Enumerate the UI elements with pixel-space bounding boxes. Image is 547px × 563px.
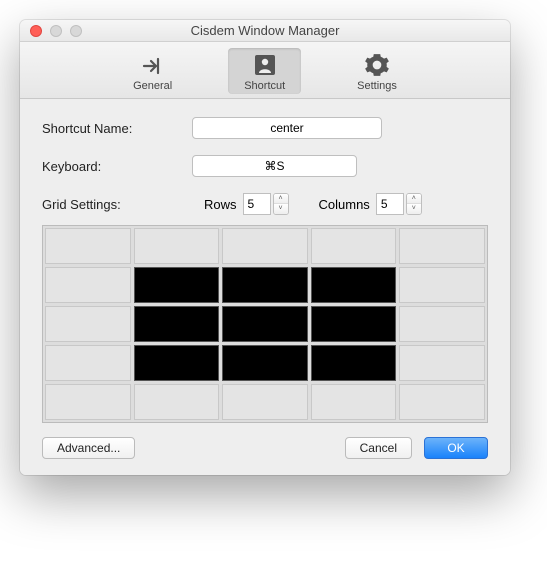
grid (45, 228, 485, 420)
grid-cell[interactable] (222, 267, 308, 303)
grid-cell[interactable] (311, 384, 397, 420)
tab-label: Settings (357, 80, 397, 92)
tab-general[interactable]: General (117, 48, 188, 94)
shortcut-icon (252, 52, 278, 78)
content: Shortcut Name: Keyboard: ⌘S Grid Setting… (20, 99, 510, 475)
grid-settings-label: Grid Settings: (42, 197, 172, 212)
columns-input[interactable] (376, 193, 404, 215)
window: Cisdem Window Manager General Shortcut Set… (20, 20, 510, 475)
rows-stepper: ˄ ˅ (243, 193, 289, 215)
grid-cell[interactable] (45, 306, 131, 342)
grid-cell[interactable] (222, 228, 308, 264)
grid-cell[interactable] (222, 384, 308, 420)
toolbar: General Shortcut Settings (20, 42, 510, 99)
grid-cell[interactable] (222, 306, 308, 342)
tab-label: General (133, 80, 172, 92)
keyboard-row: Keyboard: ⌘S (42, 155, 488, 177)
grid-cell[interactable] (134, 306, 220, 342)
rows-label: Rows (204, 197, 237, 212)
grid-cell[interactable] (45, 267, 131, 303)
grid-cell[interactable] (134, 228, 220, 264)
window-title: Cisdem Window Manager (20, 23, 510, 38)
tab-label: Shortcut (244, 80, 285, 92)
grid-cell[interactable] (311, 228, 397, 264)
columns-step-down[interactable]: ˅ (407, 204, 421, 214)
grid-cell[interactable] (311, 345, 397, 381)
tab-shortcut[interactable]: Shortcut (228, 48, 301, 94)
grid-cell[interactable] (222, 345, 308, 381)
shortcut-name-row: Shortcut Name: (42, 117, 488, 139)
columns-label: Columns (319, 197, 370, 212)
cancel-button[interactable]: Cancel (345, 437, 412, 459)
close-icon[interactable] (30, 25, 42, 37)
columns-stepper: ˄ ˅ (376, 193, 422, 215)
settings-icon (364, 52, 390, 78)
footer: Advanced... Cancel OK (42, 437, 488, 459)
grid-cell[interactable] (45, 345, 131, 381)
shortcut-name-label: Shortcut Name: (42, 121, 172, 136)
grid-cell[interactable] (311, 267, 397, 303)
grid-cell[interactable] (311, 306, 397, 342)
ok-button[interactable]: OK (424, 437, 488, 459)
grid-cell[interactable] (399, 384, 485, 420)
grid-cell[interactable] (45, 228, 131, 264)
grid-cell[interactable] (45, 384, 131, 420)
columns-step-up[interactable]: ˄ (407, 194, 421, 204)
grid-cell[interactable] (134, 345, 220, 381)
keyboard-shortcut-input[interactable]: ⌘S (192, 155, 357, 177)
grid-cell[interactable] (399, 267, 485, 303)
grid-box (42, 225, 488, 423)
shortcut-name-input[interactable] (192, 117, 382, 139)
traffic-lights (20, 25, 82, 37)
general-icon (140, 52, 166, 78)
tab-settings[interactable]: Settings (341, 48, 413, 94)
grid-cell[interactable] (134, 267, 220, 303)
rows-input[interactable] (243, 193, 271, 215)
zoom-icon[interactable] (70, 25, 82, 37)
grid-cell[interactable] (399, 345, 485, 381)
minimize-icon[interactable] (50, 25, 62, 37)
grid-cell[interactable] (134, 384, 220, 420)
advanced-button[interactable]: Advanced... (42, 437, 135, 459)
keyboard-label: Keyboard: (42, 159, 172, 174)
grid-settings-row: Grid Settings: Rows ˄ ˅ Columns ˄ ˅ (42, 193, 488, 215)
grid-cell[interactable] (399, 306, 485, 342)
titlebar: Cisdem Window Manager (20, 20, 510, 42)
rows-step-down[interactable]: ˅ (274, 204, 288, 214)
grid-cell[interactable] (399, 228, 485, 264)
rows-step-up[interactable]: ˄ (274, 194, 288, 204)
